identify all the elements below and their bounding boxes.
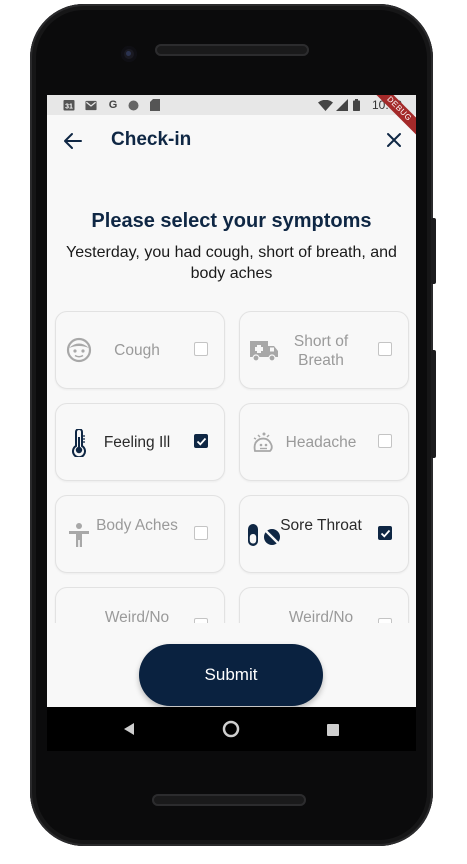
page-title: Check-in	[111, 129, 192, 150]
symptom-card-short-of-breath[interactable]: Short of Breath	[239, 311, 409, 389]
nav-recents-icon[interactable]	[327, 723, 339, 741]
thermometer-icon	[66, 428, 92, 459]
symptom-label: Short of Breath	[293, 333, 349, 369]
checkbox[interactable]	[378, 526, 392, 540]
circle-icon	[127, 99, 139, 111]
ambulance-icon	[248, 337, 280, 363]
power-button	[431, 218, 436, 284]
nav-home-icon[interactable]	[222, 720, 240, 743]
battery-icon	[352, 99, 360, 111]
symptom-label: Body Aches	[96, 517, 178, 534]
gmail-icon	[85, 99, 97, 111]
symptom-label: Headache	[285, 434, 357, 451]
android-nav-bar	[47, 707, 416, 751]
google-icon: G	[108, 99, 118, 111]
back-arrow-icon[interactable]	[61, 129, 85, 153]
status-bar: 31 G 10:02 DEBUG	[47, 95, 416, 138]
pills-icon	[246, 521, 282, 547]
nav-back-icon[interactable]	[123, 722, 135, 741]
face-icon	[66, 337, 92, 363]
close-icon[interactable]	[383, 129, 405, 151]
symptom-card-sore-throat[interactable]: Sore Throat	[239, 495, 409, 573]
volume-button	[431, 350, 436, 458]
signal-icon	[336, 99, 348, 111]
symptom-card-headache[interactable]: Headache	[239, 403, 409, 481]
yesterday-summary: Yesterday, you had cough, short of breat…	[66, 244, 397, 282]
svg-text:31: 31	[65, 104, 73, 111]
front-camera	[121, 46, 137, 62]
symptom-label: Sore Throat	[280, 517, 362, 534]
dizzy-head-icon	[250, 429, 276, 455]
symptom-card-feeling-ill[interactable]: Feeling Ill	[55, 403, 225, 481]
top-speaker	[155, 44, 309, 56]
bottom-speaker	[152, 794, 306, 806]
wifi-icon	[317, 99, 333, 111]
checkbox[interactable]	[194, 526, 208, 540]
calendar-icon: 31	[63, 99, 75, 111]
symptom-card-cough[interactable]: Cough	[55, 311, 225, 389]
person-icon	[66, 521, 92, 547]
symptom-label: Cough	[114, 342, 160, 359]
checkbox[interactable]	[378, 342, 392, 356]
checkbox[interactable]	[194, 342, 208, 356]
sd-card-icon	[149, 99, 161, 111]
checkbox[interactable]	[378, 434, 392, 448]
checkbox[interactable]	[194, 434, 208, 448]
submit-button[interactable]: Submit	[139, 644, 323, 706]
app-bar: Check-in	[47, 115, 416, 167]
app-screen: 31 G 10:02 DEBUG Check-in Plea	[47, 95, 416, 707]
symptom-label: Feeling Ill	[103, 434, 171, 451]
symptom-card-body-aches[interactable]: Body Aches	[55, 495, 225, 573]
symptoms-heading: Please select your symptoms	[91, 210, 372, 232]
